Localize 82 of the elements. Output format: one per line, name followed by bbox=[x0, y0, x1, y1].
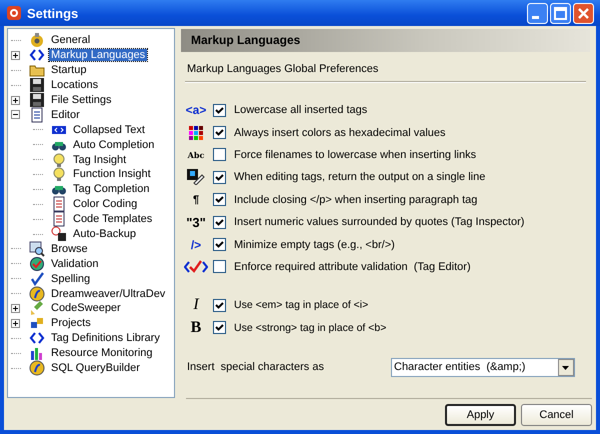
close-icon[interactable] bbox=[573, 2, 594, 24]
option-label: Always insert colors as hexadecimal values bbox=[234, 126, 446, 139]
option-glyph: /> bbox=[190, 238, 202, 252]
tree-item[interactable]: Editor bbox=[49, 108, 82, 121]
dialog-button[interactable]: Apply bbox=[445, 404, 516, 426]
tree-item[interactable]: Validation bbox=[49, 258, 100, 270]
tree-item[interactable]: Projects bbox=[49, 317, 93, 330]
code-icon bbox=[29, 47, 45, 64]
check-icon bbox=[29, 270, 45, 287]
tree-item[interactable]: Dreamweaver/UltraDev bbox=[49, 288, 168, 300]
doc-icon bbox=[51, 196, 67, 212]
option-label: Enforce required attribute validation (Tag Editor) bbox=[234, 260, 471, 273]
option-glyph: "3" bbox=[186, 214, 206, 230]
tree-item[interactable]: Function Insight bbox=[71, 168, 153, 180]
tree-item[interactable]: Collapsed Text bbox=[71, 124, 147, 136]
special-characters-label: Insert special characters as bbox=[187, 361, 325, 374]
option-label: Include closing </p> when inserting paragraph tag bbox=[234, 194, 478, 206]
tree-item[interactable]: CodeSweeper bbox=[49, 302, 123, 314]
checkbox[interactable] bbox=[213, 238, 226, 252]
tree-item[interactable]: Color Coding bbox=[71, 198, 140, 210]
option-glyph: ¶ bbox=[192, 194, 200, 206]
tree-item[interactable]: Markup Languages bbox=[49, 49, 148, 62]
option-label: Use <em> tag in place of <i> bbox=[234, 299, 368, 312]
option-label: Insert numeric values surrounded by quotes (Tag Inspector) bbox=[234, 216, 524, 228]
minimize-icon[interactable] bbox=[527, 2, 548, 24]
bulb-icon bbox=[51, 152, 67, 168]
dialog-button[interactable]: Cancel bbox=[521, 404, 592, 426]
checkbox[interactable] bbox=[213, 216, 226, 229]
option-glyph: I bbox=[193, 296, 199, 314]
tree-item[interactable]: Auto Completion bbox=[71, 138, 156, 151]
doc-icon bbox=[29, 106, 45, 123]
special-characters-dropdown[interactable]: Character entities (&amp;) bbox=[391, 358, 575, 377]
tree-item[interactable]: Browse bbox=[49, 242, 90, 255]
panel-header: Markup Languages bbox=[181, 29, 590, 52]
code-icon bbox=[29, 330, 45, 346]
window-title: Settings bbox=[27, 6, 80, 20]
checkbox[interactable] bbox=[213, 298, 226, 312]
expander-icon[interactable] bbox=[11, 110, 23, 120]
option-label: Minimize empty tags (e.g., <br/>) bbox=[234, 238, 395, 251]
globe-icon bbox=[29, 256, 45, 272]
option-label: Force filenames to lowercase when inserting links bbox=[234, 148, 476, 161]
tree-item[interactable]: File Settings bbox=[49, 94, 114, 106]
tree-item[interactable]: Tag Insight bbox=[71, 154, 128, 166]
edit-icon bbox=[187, 169, 205, 186]
checkbox[interactable] bbox=[213, 170, 226, 184]
maximize-icon[interactable] bbox=[550, 2, 571, 24]
tree-item[interactable]: Code Templates bbox=[71, 213, 154, 226]
option-glyph: B bbox=[190, 318, 202, 337]
checkbox[interactable] bbox=[213, 104, 226, 117]
expander-icon[interactable] bbox=[11, 303, 23, 314]
tree-item[interactable]: Resource Monitoring bbox=[49, 347, 154, 360]
checkbox[interactable] bbox=[213, 148, 226, 162]
color-grid-icon bbox=[189, 126, 203, 140]
disc-icon bbox=[29, 286, 45, 302]
tree-item[interactable]: Tag Definitions Library bbox=[49, 332, 162, 344]
tree-item[interactable]: SQL QueryBuilder bbox=[49, 362, 142, 374]
tree-item[interactable]: Auto-Backup bbox=[71, 228, 138, 240]
checkbox[interactable] bbox=[213, 193, 226, 206]
option-label: Lowercase all inserted tags bbox=[234, 104, 368, 116]
expander-icon[interactable] bbox=[11, 318, 23, 328]
checkbox[interactable] bbox=[213, 260, 226, 274]
doc-icon bbox=[51, 211, 67, 228]
tree-item[interactable]: General bbox=[49, 34, 92, 46]
bulb-icon bbox=[51, 166, 67, 182]
expander-icon[interactable] bbox=[11, 50, 23, 60]
validation-icon bbox=[184, 260, 208, 274]
option-label: When editing tags, return the output on a single line bbox=[234, 171, 486, 184]
expander-icon[interactable] bbox=[11, 95, 23, 105]
tree-item[interactable]: Startup bbox=[49, 64, 88, 76]
disc-icon bbox=[29, 360, 45, 376]
search-icon bbox=[29, 240, 45, 257]
chart-icon bbox=[29, 345, 45, 362]
checkbox[interactable] bbox=[213, 321, 226, 334]
tree-item[interactable]: Locations bbox=[49, 79, 100, 92]
tree-item[interactable]: Tag Completion bbox=[71, 183, 152, 196]
tree-item[interactable]: Spelling bbox=[49, 272, 92, 285]
option-glyph: Abc bbox=[188, 150, 204, 160]
option-glyph: <a> bbox=[186, 103, 206, 118]
checkbox[interactable] bbox=[213, 126, 226, 140]
panel-subtitle: Markup Languages Global Preferences bbox=[187, 63, 380, 75]
option-label: Use <strong> tag in place of <b> bbox=[234, 322, 386, 334]
app-icon bbox=[6, 5, 22, 21]
